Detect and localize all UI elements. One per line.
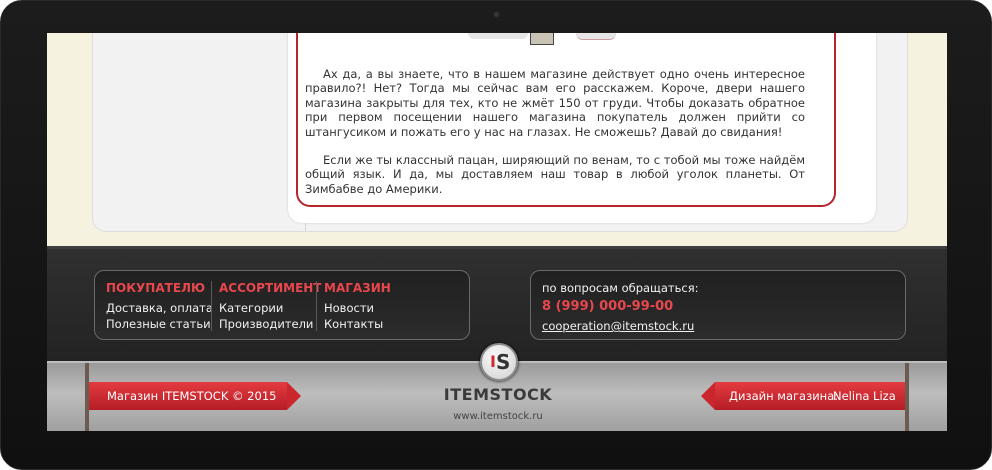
footer-link-contacts[interactable]: Контакты	[324, 317, 391, 333]
logo-wordmark[interactable]: ITEMSTOCK	[442, 385, 554, 404]
contact-label: по вопросам обращаться:	[542, 281, 699, 295]
footer-nav-divider	[211, 281, 212, 331]
footer-link-categories[interactable]: Категории	[219, 301, 322, 317]
copyright-ribbon: Магазин ITEMSTOCK © 2015	[89, 382, 301, 410]
footer-link-manufacturers[interactable]: Производители	[219, 317, 322, 333]
product-image	[468, 33, 638, 45]
logo-url[interactable]: www.itemstock.ru	[442, 411, 554, 422]
footer-nav: ПОКУПАТЕЛЮ Доставка, оплата Полезные ста…	[94, 270, 470, 340]
logo-icon[interactable]: I S	[480, 343, 518, 381]
article-paragraph-1: Ах да, а вы знаете, что в нашем магазине…	[305, 67, 805, 139]
footer-nav-divider	[316, 281, 317, 331]
footer-nav-column-shop: МАГАЗИН Новости Контакты	[324, 281, 391, 332]
contact-email-link[interactable]: cooperation@itemstock.ru	[542, 319, 694, 333]
device-bezel: Ах да, а вы знаете, что в нашем магазине…	[0, 0, 992, 470]
product-shape-2	[530, 33, 554, 45]
designer-ribbon: Дизайн магазина: Nelina Liza	[701, 382, 905, 410]
decorative-pillar-right	[905, 363, 909, 431]
article-card: Ах да, а вы знаете, что в нашем магазине…	[288, 33, 876, 223]
footer-nav-column-buyer: ПОКУПАТЕЛЮ Доставка, оплата Полезные ста…	[106, 281, 213, 332]
footer-link-news[interactable]: Новости	[324, 301, 391, 317]
footer-nav-heading[interactable]: АССОРТИМЕНТ	[219, 281, 322, 295]
article-paragraph-2: Если же ты классный пацан, ширяющий по в…	[305, 153, 805, 196]
screen: Ах да, а вы знаете, что в нашем магазине…	[47, 33, 947, 431]
camera-icon	[493, 11, 500, 18]
contact-phone: 8 (999) 000-99-00	[542, 299, 674, 314]
footer-link-delivery[interactable]: Доставка, оплата	[106, 301, 213, 317]
product-shape-1	[468, 33, 528, 39]
contact-box: по вопросам обращаться: 8 (999) 000-99-0…	[530, 270, 906, 340]
copyright-text: Магазин ITEMSTOCK © 2015	[107, 389, 277, 403]
product-shape-3	[576, 33, 616, 40]
logo-letter-s: S	[496, 350, 511, 374]
footer-nav-heading[interactable]: МАГАЗИН	[324, 281, 391, 295]
content-area: Ах да, а вы знаете, что в нашем магазине…	[47, 33, 947, 246]
footer-link-articles[interactable]: Полезные статьи	[106, 317, 213, 333]
designer-name-link[interactable]: Nelina Liza	[833, 389, 896, 403]
footer-top-line	[47, 246, 947, 249]
footer-nav-column-assortment: АССОРТИМЕНТ Категории Производители	[219, 281, 322, 332]
designer-label: Дизайн магазина:	[729, 389, 839, 403]
footer-nav-heading[interactable]: ПОКУПАТЕЛЮ	[106, 281, 213, 295]
